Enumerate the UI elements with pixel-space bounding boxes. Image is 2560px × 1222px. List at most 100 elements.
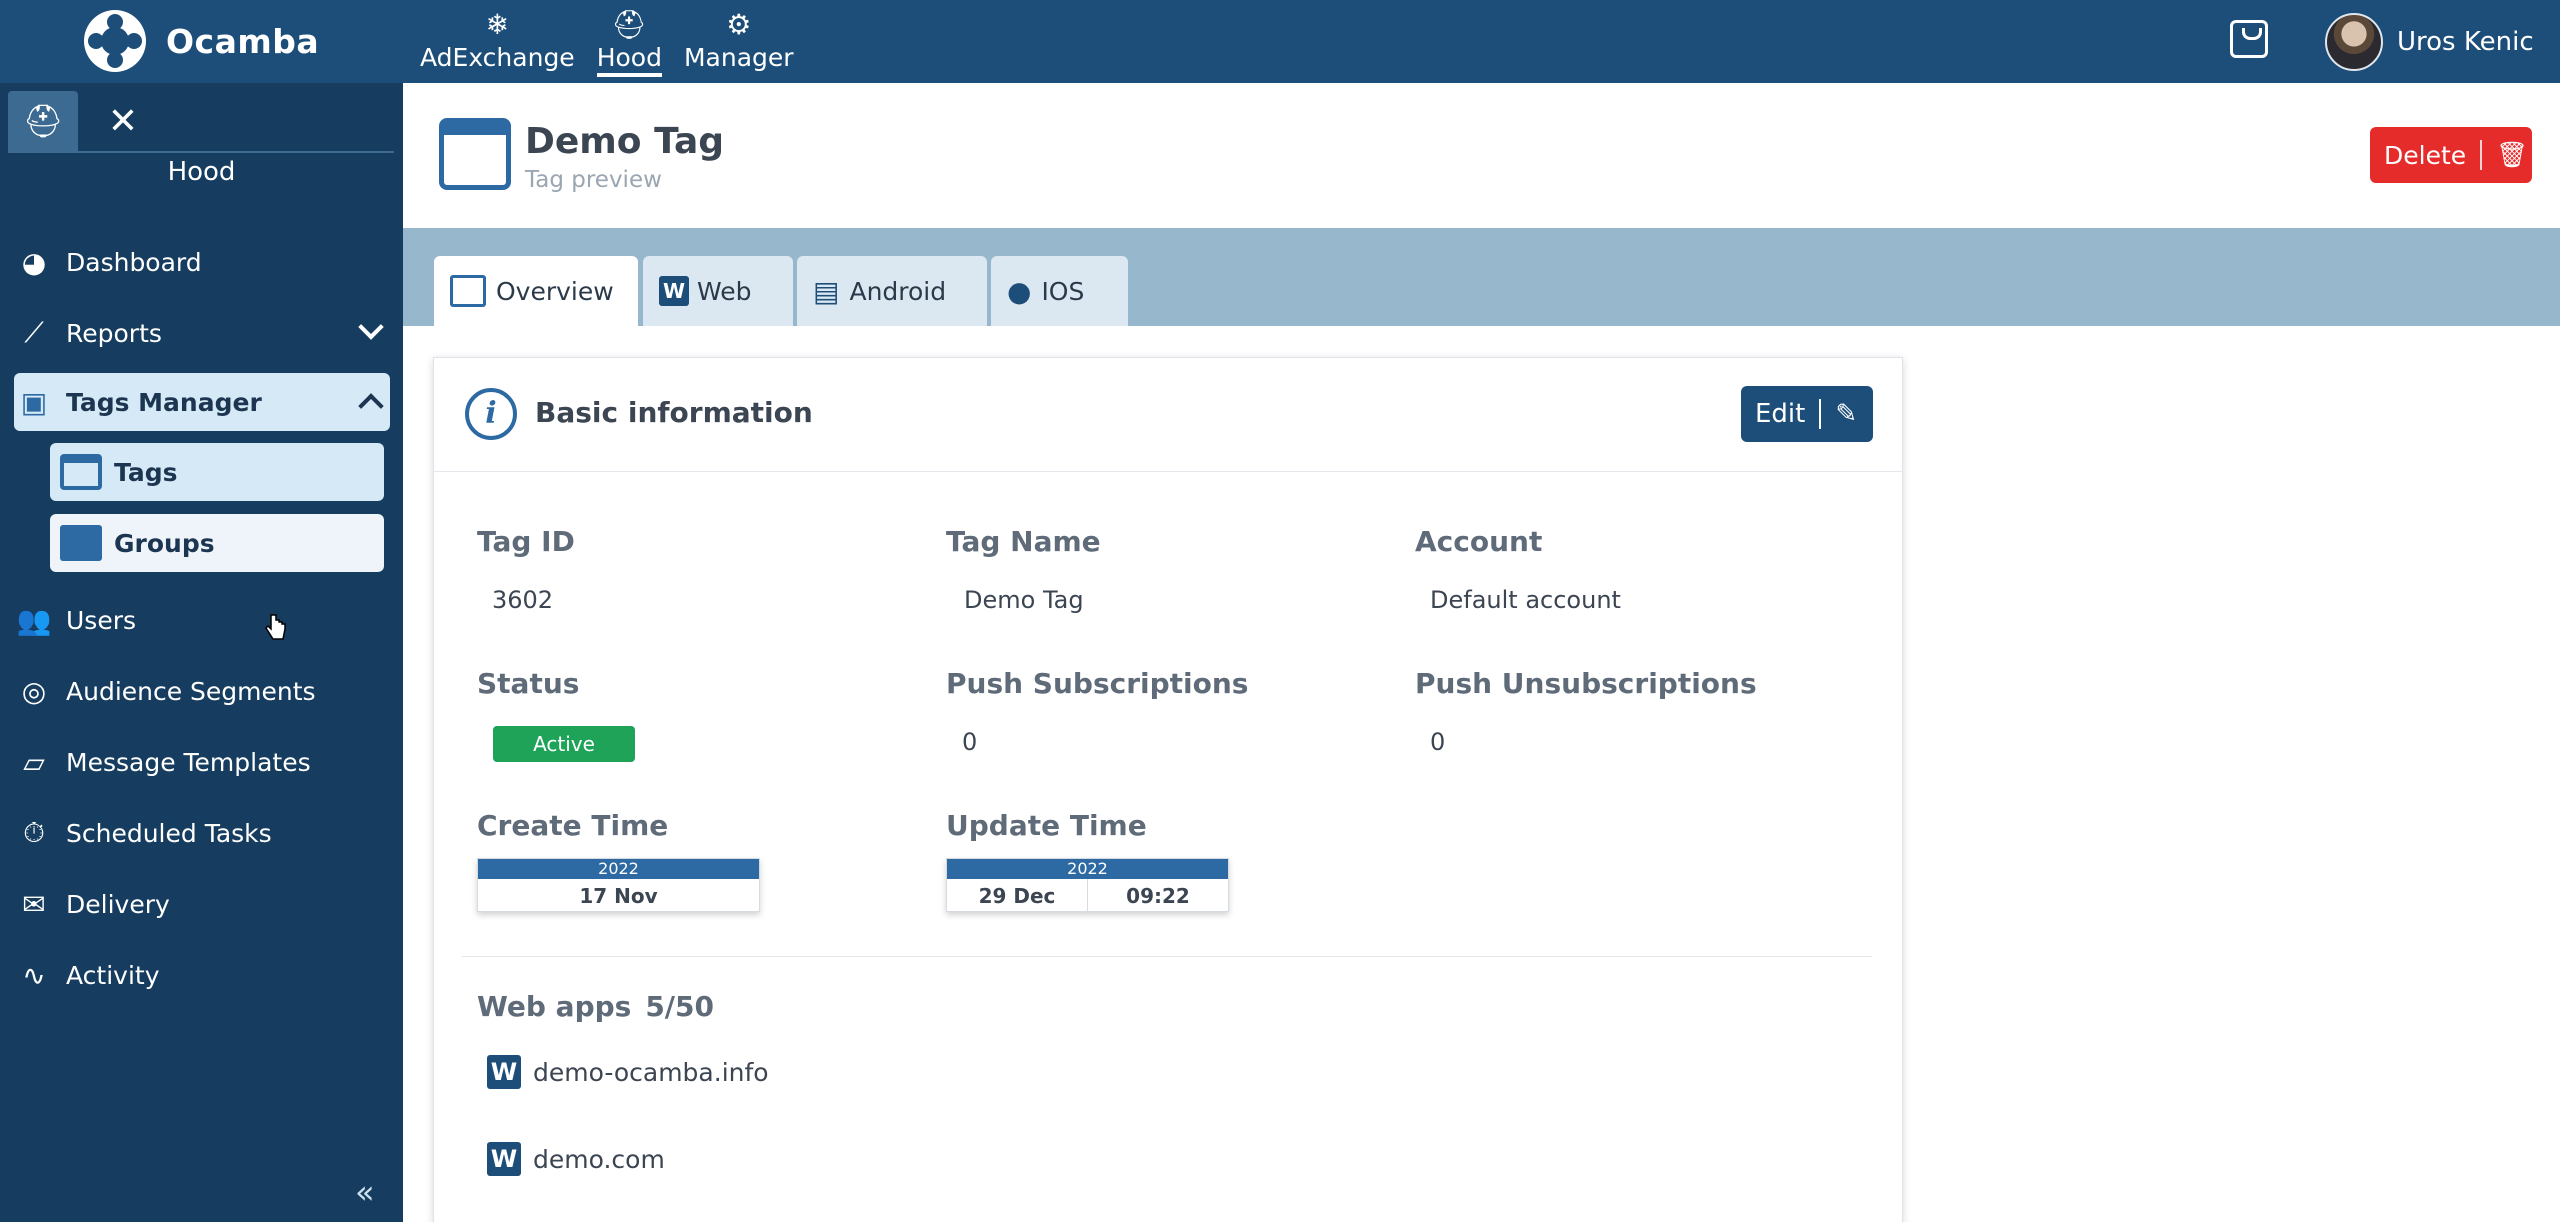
ocamba-logo-icon [84,10,146,72]
activity-icon: ∿ [22,958,46,992]
top-bar: Ocamba ❄ AdExchange ⛑ Hood ⚙ Manager Uro… [0,0,2560,83]
tag-window-icon [439,118,511,190]
web-app-name: demo-ocamba.info [533,1057,769,1087]
update-time-value: 2022 29 Dec 09:22 [946,858,1229,913]
sidebar-item-users[interactable]: 👥 Users [14,591,390,649]
sidebar-item-label: Tags Manager [66,387,262,417]
collapse-sidebar-button[interactable]: « [355,1173,375,1211]
message-templates-icon: ▱ [23,745,45,779]
tab-android[interactable]: ▤ Android [797,256,987,326]
sidebar-item-message-templates[interactable]: ▱ Message Templates [14,733,390,791]
users-icon: 👥 [16,603,52,637]
status-badge: Active [493,726,635,762]
hand-cursor-icon [265,614,286,640]
page-header: Demo Tag Tag preview Delete 🗑 [403,83,2560,228]
create-date: 17 Nov [579,884,658,908]
sidebar-item-label: Message Templates [66,747,311,777]
shopping-bag-icon[interactable] [2230,20,2268,58]
sidebar-tab-hood[interactable]: ⛑ [8,91,78,151]
topnav-hood[interactable]: ⛑ Hood [596,0,663,83]
sidebar-item-label: Tags [114,457,178,487]
tab-overview[interactable]: Overview [434,256,638,326]
tag-name-value: Demo Tag [964,586,1084,614]
web-icon: W [659,276,689,306]
sidebar-item-label: Dashboard [66,247,202,277]
sidebar-item-dashboard[interactable]: ◕ Dashboard [14,233,390,291]
web-icon: W [487,1055,521,1089]
sidebar-item-activity[interactable]: ∿ Activity [14,946,390,1004]
account-value: Default account [1430,586,1621,614]
user-name: Uros Kenic [2397,27,2534,57]
sidebar-item-scheduled-tasks[interactable]: ⏱ Scheduled Tasks [14,804,390,862]
push-unsubscriptions-label: Push Unsubscriptions [1415,667,1757,700]
tag-window-icon [60,454,102,490]
update-time-label: Update Time [946,809,1147,842]
card-title: Basic information [535,396,813,429]
topnav-label: AdExchange [420,43,575,72]
sidebar-item-groups[interactable]: Groups [50,514,384,572]
adexchange-icon: ❄ [485,8,510,41]
topnav-label: Hood [596,43,662,72]
divider [1819,399,1822,429]
sidebar-item-audience-segments[interactable]: ◎ Audience Segments [14,662,390,720]
tab-ios[interactable]: ● IOS [991,256,1128,326]
create-time-value: 2022 17 Nov [477,858,760,912]
top-nav: ❄ AdExchange ⛑ Hood ⚙ Manager [420,0,816,83]
overview-icon [450,275,486,307]
topnav-manager[interactable]: ⚙ Manager [684,0,794,83]
sidebar-item-delivery[interactable]: ✉ Delivery [14,875,390,933]
dashboard-icon: ◕ [21,245,47,279]
card-header: i Basic information Edit ✎ [434,358,1902,472]
sidebar-item-label: Scheduled Tasks [66,818,272,848]
reports-icon: ⟋ [24,316,44,349]
divider [8,151,394,153]
delivery-icon: ✉ [22,887,46,921]
folder-icon [60,525,102,561]
sidebar-item-tags[interactable]: Tags [50,443,384,501]
scheduled-tasks-icon: ⏱ [23,816,45,849]
audience-icon: ◎ [21,674,47,708]
android-icon: ▤ [813,274,840,308]
topnav-label: Manager [683,43,794,72]
avatar [2325,13,2383,71]
sidebar-item-label: Reports [66,318,162,348]
web-app-name: demo.com [533,1144,665,1174]
edit-label: Edit [1755,399,1806,429]
web-app-item[interactable]: W demo-ocamba.info [487,1052,769,1092]
create-time-label: Create Time [477,809,669,842]
basic-information-card: i Basic information Edit ✎ Tag ID 3602 T… [433,357,1903,1222]
push-subscriptions-value: 0 [962,728,978,756]
delete-label: Delete [2384,140,2467,170]
sidebar-item-label: Audience Segments [66,676,316,706]
topnav-adexchange[interactable]: ❄ AdExchange [420,0,575,83]
info-icon: i [465,388,517,440]
brand[interactable]: Ocamba [84,8,319,74]
account-label: Account [1415,525,1543,558]
pencil-icon: ✎ [1835,399,1858,429]
edit-button[interactable]: Edit ✎ [1741,386,1873,442]
sidebar-tab-tools[interactable]: ✕ [88,91,158,151]
divider [2480,140,2483,170]
tab-strip: Overview W Web ▤ Android ● IOS [403,228,2560,326]
chevron-down-icon [358,314,384,340]
push-subscriptions-label: Push Subscriptions [946,667,1249,700]
tab-label: Overview [496,276,614,306]
tag-id-value: 3602 [492,586,554,614]
tools-icon: ✕ [107,100,139,142]
web-apps-heading: Web apps 5/50 [477,990,714,1023]
tags-manager-icon: ▣ [20,385,48,419]
sidebar-item-tags-manager[interactable]: ▣ Tags Manager [14,373,390,431]
hood-icon: ⛑ [611,8,648,41]
tab-web[interactable]: W Web [643,256,793,326]
user-menu[interactable]: Uros Kenic [2325,12,2534,72]
sidebar-item-reports[interactable]: ⟋ Reports [14,304,390,362]
sidebar-item-label: Users [66,605,137,635]
push-unsubscriptions-value: 0 [1430,728,1446,756]
delete-button[interactable]: Delete 🗑 [2370,127,2532,183]
web-icon: W [487,1142,521,1176]
update-time: 09:22 [1087,879,1228,913]
web-app-item[interactable]: W demo.com [487,1139,665,1179]
divider [462,956,1872,957]
chevron-up-icon [358,393,384,419]
status-label: Status [477,667,580,700]
